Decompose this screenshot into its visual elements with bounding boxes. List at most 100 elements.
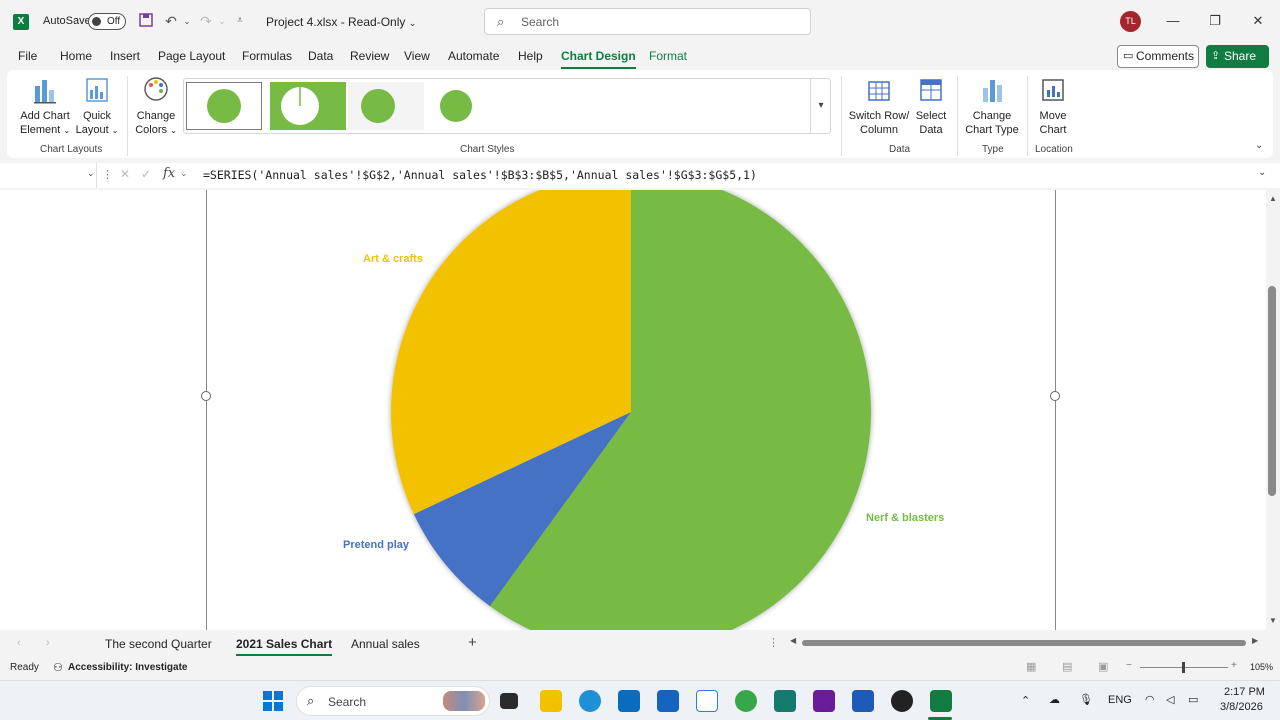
redo-dropdown-icon[interactable]: ⌄ [213, 12, 231, 30]
chart-style-2[interactable] [270, 82, 346, 130]
share-button[interactable]: ⇪ Share [1206, 45, 1269, 68]
zoom-out-icon[interactable]: − [1126, 660, 1132, 671]
expand-formula-bar-icon[interactable]: ⌄ [1258, 167, 1266, 178]
worksheet-area[interactable]: Art & crafts Pretend play Nerf & blaster… [0, 172, 1266, 652]
normal-view-icon[interactable]: ▦ [1026, 660, 1036, 673]
comments-button[interactable]: ▭ Comments [1117, 45, 1199, 68]
page-layout-view-icon[interactable]: ▤ [1062, 660, 1072, 673]
tab-file[interactable]: File [18, 49, 37, 63]
sheet-tab-second-quarter[interactable]: The second Quarter [105, 637, 212, 651]
customize-toolbar-icon[interactable]: ⩡ [231, 12, 249, 30]
more-options-icon[interactable]: ⋮ [102, 168, 113, 181]
restore-icon[interactable]: ❐ [1203, 10, 1227, 32]
obs-icon[interactable] [891, 690, 913, 712]
more-options-icon[interactable]: ⋮ [768, 636, 779, 649]
autosave-toggle[interactable]: Off [88, 13, 126, 30]
file-explorer-icon[interactable] [540, 690, 562, 712]
tab-help[interactable]: Help [518, 49, 543, 63]
scroll-left-icon[interactable]: ◀ [790, 636, 796, 645]
formula-text[interactable]: =SERIES('Annual sales'!$G$2,'Annual sale… [203, 168, 757, 182]
accessibility-status[interactable]: Accessibility: Investigate [68, 662, 188, 673]
page-break-view-icon[interactable]: ▣ [1098, 660, 1108, 673]
name-box[interactable]: ⌄ [7, 163, 97, 188]
zoom-slider-thumb[interactable] [1182, 662, 1185, 673]
photos-app-icon[interactable] [618, 690, 640, 712]
scroll-right-icon[interactable]: ▶ [1252, 636, 1258, 645]
quick-layout-button[interactable]: Quick Layout ⌄ [75, 76, 119, 138]
vertical-scrollbar[interactable]: ▲ ▼ [1266, 190, 1280, 630]
word-icon[interactable] [852, 690, 874, 712]
excel-taskbar-icon[interactable] [930, 690, 952, 712]
chevron-down-icon[interactable]: ⌄ [180, 168, 188, 179]
onedrive-icon[interactable]: ☁ [1049, 693, 1060, 706]
tab-page-layout[interactable]: Page Layout [158, 49, 225, 63]
app-icon-a[interactable] [657, 690, 679, 712]
switch-row-column-button[interactable]: Switch Row/ Column [847, 76, 911, 137]
document-title[interactable]: Project 4.xlsx - Read-Only ⌄ [266, 15, 416, 29]
change-colors-button[interactable]: Change Colors ⌄ [133, 76, 179, 138]
chart-style-3[interactable] [348, 82, 424, 130]
tab-data[interactable]: Data [308, 49, 333, 63]
pie-chart[interactable] [207, 172, 1055, 652]
tab-home[interactable]: Home [60, 49, 92, 63]
move-chart-button[interactable]: Move Chart [1031, 76, 1075, 137]
horizontal-scroll-thumb[interactable] [802, 640, 1246, 646]
tray-overflow-icon[interactable]: ⌃ [1021, 694, 1030, 707]
tab-formulas[interactable]: Formulas [242, 49, 292, 63]
taskbar: ⌕ Search ⌃ ☁ 🎙︎ ENG ◠ ◁ ▭ 2:17 PM 3/8/20… [0, 680, 1280, 720]
prev-sheet-icon[interactable]: ‹ [17, 637, 21, 649]
microphone-icon[interactable]: 🎙︎ [1079, 693, 1093, 706]
gallery-more-icon[interactable]: ▾ [810, 79, 831, 133]
save-icon[interactable] [137, 12, 155, 30]
clipchamp-icon[interactable] [813, 690, 835, 712]
chart-resize-handle-left[interactable] [201, 391, 211, 401]
close-icon[interactable]: ✕ [1246, 10, 1270, 32]
clock-date[interactable]: 3/8/2026 [1220, 701, 1263, 713]
enter-icon[interactable]: ✓ [141, 167, 151, 181]
add-sheet-icon[interactable]: + [468, 634, 477, 651]
taskbar-search-input[interactable]: ⌕ Search [296, 686, 490, 716]
tab-insert[interactable]: Insert [110, 49, 140, 63]
select-data-icon [920, 79, 942, 101]
clock-time[interactable]: 2:17 PM [1224, 686, 1265, 698]
vertical-scroll-thumb[interactable] [1268, 286, 1276, 496]
edge-browser-icon[interactable] [579, 690, 601, 712]
windows-start-icon[interactable] [262, 690, 284, 712]
zoom-in-icon[interactable]: + [1231, 660, 1237, 671]
tab-format[interactable]: Format [649, 49, 687, 63]
app-icon-teal[interactable] [774, 690, 796, 712]
horizontal-scrollbar[interactable]: ◀ ▶ [790, 636, 1260, 648]
scroll-up-icon[interactable]: ▲ [1269, 194, 1277, 203]
select-data-button[interactable]: Select Data [911, 76, 951, 137]
chart-style-1[interactable] [186, 82, 262, 130]
change-chart-type-button[interactable]: Change Chart Type [961, 76, 1023, 137]
wifi-icon[interactable]: ◠ [1145, 693, 1155, 706]
chart-resize-handle-right[interactable] [1050, 391, 1060, 401]
app-icon-green[interactable] [735, 690, 757, 712]
tab-review[interactable]: Review [350, 49, 389, 63]
scroll-down-icon[interactable]: ▼ [1269, 616, 1277, 625]
tab-view[interactable]: View [404, 49, 430, 63]
search-input[interactable]: ⌕ Search [484, 8, 811, 35]
zoom-level[interactable]: 105% [1250, 662, 1273, 672]
sheet-tab-annual-sales[interactable]: Annual sales [351, 637, 420, 651]
cancel-icon[interactable]: ✕ [120, 167, 130, 181]
battery-icon[interactable]: ▭ [1188, 693, 1198, 706]
undo-dropdown-icon[interactable]: ⌄ [178, 12, 196, 30]
language-indicator[interactable]: ENG [1108, 694, 1132, 706]
quick-layout-label-2: Layout [75, 124, 109, 136]
tab-automate[interactable]: Automate [448, 49, 499, 63]
volume-icon[interactable]: ◁ [1166, 693, 1174, 706]
minimize-icon[interactable]: — [1161, 10, 1185, 32]
next-sheet-icon[interactable]: › [46, 637, 50, 649]
collapse-ribbon-icon[interactable]: ⌄ [1255, 140, 1263, 151]
add-chart-element-button[interactable]: Add Chart Element ⌄ [17, 76, 73, 138]
sheet-tab-2021-sales-chart[interactable]: 2021 Sales Chart [236, 637, 333, 656]
zalo-icon[interactable] [696, 690, 718, 712]
chart-style-4[interactable] [426, 82, 502, 130]
insert-function-icon[interactable]: fx [163, 166, 175, 181]
avatar[interactable]: TL [1120, 11, 1141, 32]
task-view-icon[interactable] [500, 693, 518, 709]
tab-chart-design[interactable]: Chart Design [561, 49, 636, 69]
chart-area[interactable]: Art & crafts Pretend play Nerf & blaster… [206, 172, 1056, 652]
